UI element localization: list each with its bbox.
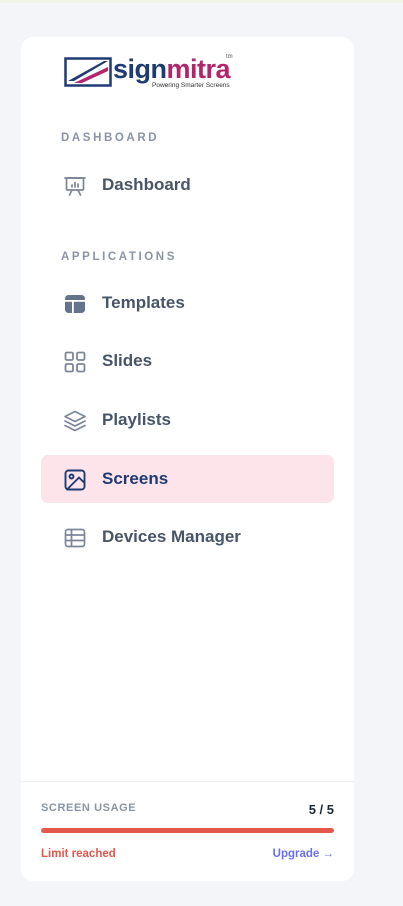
image-icon <box>62 467 87 492</box>
sidebar-item-slides[interactable]: Slides <box>41 337 334 385</box>
screen-usage-progress-fill <box>41 828 334 833</box>
sidebar-item-label: Dashboard <box>102 175 191 194</box>
limit-reached-status: Limit reached <box>41 848 116 860</box>
top-accent-line <box>0 0 403 3</box>
presentation-chart-icon <box>62 173 87 198</box>
section-label-dashboard: DASHBOARD <box>61 132 160 144</box>
screen-usage-label: SCREEN USAGE <box>41 802 137 814</box>
upgrade-link[interactable]: Upgrade → <box>273 848 334 860</box>
screen-usage-progress-bar <box>41 828 334 833</box>
sidebar-item-dashboard[interactable]: Dashboard <box>41 161 334 209</box>
sidebar-item-label: Templates <box>102 293 185 312</box>
sidebar-item-playlists[interactable]: Playlists <box>41 396 334 444</box>
sidebar-item-label: Playlists <box>102 410 171 429</box>
sidebar-item-templates[interactable]: Templates <box>41 279 334 327</box>
sidebar-item-label: Screens <box>102 469 169 488</box>
grid-squares-icon <box>62 349 87 374</box>
brand-logo[interactable]: signmitra tm Powering Smarter Screens <box>64 53 239 93</box>
layout-template-icon <box>62 291 87 316</box>
sidebar-item-screens[interactable]: Screens <box>41 455 334 503</box>
screen-usage-count: 5 / 5 <box>308 802 334 817</box>
sidebar-item-label: Slides <box>102 351 153 370</box>
table-list-icon <box>62 525 87 550</box>
brand-tagline: Powering Smarter Screens <box>152 82 230 89</box>
layers-icon <box>62 408 87 433</box>
sidebar-item-label: Devices Manager <box>102 527 241 546</box>
sidebar-item-devices-manager[interactable]: Devices Manager <box>41 513 334 561</box>
section-label-applications: APPLICATIONS <box>61 251 177 263</box>
brand-trademark: tm <box>226 54 233 60</box>
brand-name: signmitra <box>113 54 231 84</box>
screen-usage-panel: SCREEN USAGE 5 / 5 Limit reached Upgrade… <box>21 781 354 881</box>
logo-mark-icon <box>64 57 112 87</box>
sidebar: signmitra tm Powering Smarter Screens DA… <box>21 37 354 881</box>
